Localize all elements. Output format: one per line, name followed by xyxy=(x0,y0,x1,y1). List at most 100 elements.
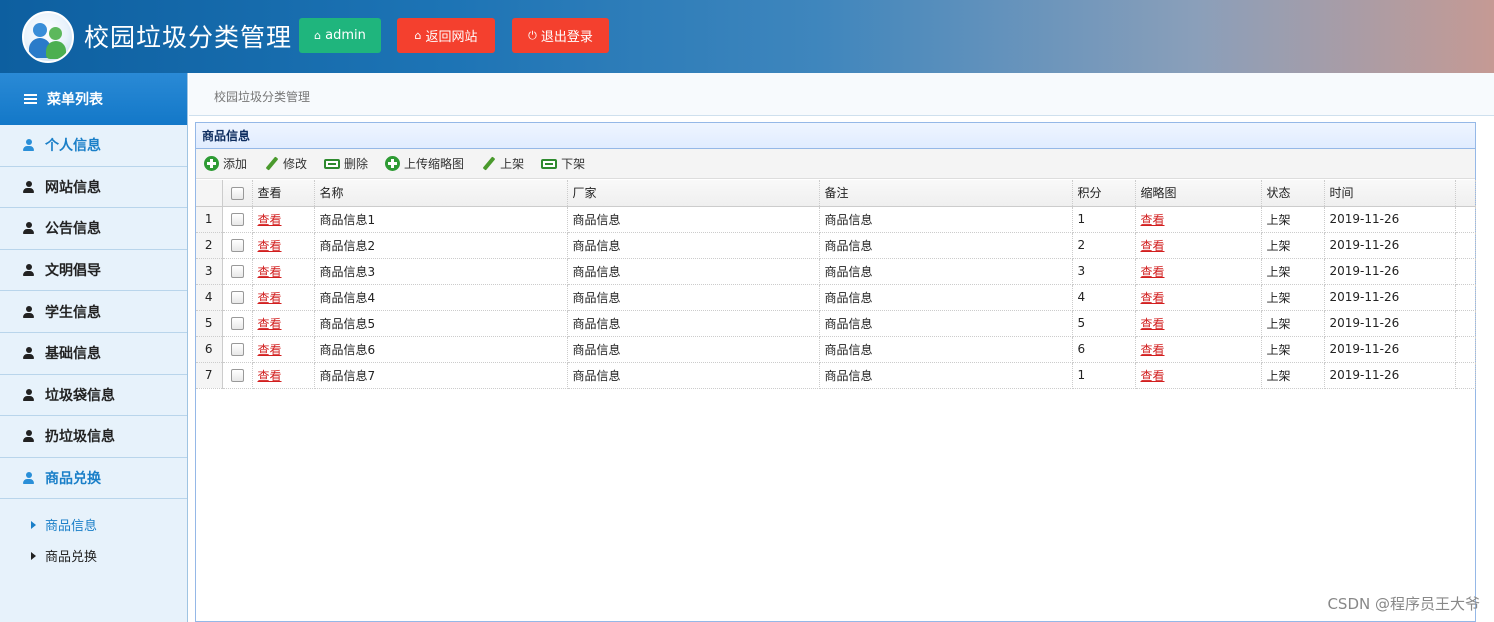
row-checkbox[interactable] xyxy=(230,213,244,226)
view-link[interactable]: 查看 xyxy=(258,239,282,253)
view-link[interactable]: 查看 xyxy=(258,291,282,305)
row-checkbox[interactable] xyxy=(230,343,244,356)
sidebar-item-label: 扔垃圾信息 xyxy=(45,429,115,446)
row-checkbox[interactable] xyxy=(230,265,244,278)
column-header-points[interactable]: 积分 xyxy=(1072,180,1136,207)
add-button[interactable]: 添加 xyxy=(204,155,247,172)
points-cell: 4 xyxy=(1072,284,1136,311)
sidebar-item-site-info[interactable]: 网站信息 xyxy=(0,167,187,209)
table-row[interactable]: 7 查看 商品信息7 商品信息 商品信息 1 查看 上架 2019-11-26 xyxy=(196,362,1476,389)
note-cell: 商品信息 xyxy=(819,258,1073,285)
points-cell: 5 xyxy=(1072,310,1136,337)
view-cell: 查看 xyxy=(252,258,315,285)
row-checkbox[interactable] xyxy=(230,291,244,304)
submenu-item-product-exchange[interactable]: 商品兑换 xyxy=(0,540,187,571)
view-link[interactable]: 查看 xyxy=(258,369,282,383)
name-cell: 商品信息4 xyxy=(314,284,568,311)
time-cell: 2019-11-26 xyxy=(1324,284,1456,311)
site-title: 校园垃圾分类管理 xyxy=(84,23,293,52)
user-icon xyxy=(23,388,34,401)
delete-button[interactable]: 删除 xyxy=(324,155,368,172)
view-link[interactable]: 查看 xyxy=(258,265,282,279)
user-icon xyxy=(23,472,34,485)
thumbnail-cell: 查看 xyxy=(1135,336,1262,363)
admin-button[interactable]: ⌂ admin xyxy=(299,18,381,53)
sidebar-item-label: 基础信息 xyxy=(45,346,101,363)
sidebar-item-label: 网站信息 xyxy=(45,179,101,196)
column-header-note[interactable]: 备注 xyxy=(819,180,1073,207)
thumbnail-view-link[interactable]: 查看 xyxy=(1141,291,1165,305)
note-cell: 商品信息 xyxy=(819,336,1073,363)
maker-cell: 商品信息 xyxy=(567,206,820,233)
sidebar-item-garbage-bags[interactable]: 垃圾袋信息 xyxy=(0,375,187,417)
table-row[interactable]: 1 查看 商品信息1 商品信息 商品信息 1 查看 上架 2019-11-26 xyxy=(196,206,1476,233)
column-header-maker[interactable]: 厂家 xyxy=(567,180,820,207)
sidebar-item-label: 个人信息 xyxy=(45,138,101,155)
thumbnail-view-link[interactable]: 查看 xyxy=(1141,265,1165,279)
name-cell: 商品信息7 xyxy=(314,362,568,389)
edit-label: 修改 xyxy=(283,157,308,171)
view-link[interactable]: 查看 xyxy=(258,213,282,227)
points-cell: 3 xyxy=(1072,258,1136,285)
user-icon xyxy=(23,347,34,360)
thumbnail-view-link[interactable]: 查看 xyxy=(1141,213,1165,227)
row-checkbox[interactable] xyxy=(230,317,244,330)
thumbnail-view-link[interactable]: 查看 xyxy=(1141,343,1165,357)
breadcrumb: 校园垃圾分类管理 xyxy=(214,90,311,104)
sidebar-item-label: 垃圾袋信息 xyxy=(45,387,115,404)
row-checkbox[interactable] xyxy=(230,239,244,252)
on-shelf-label: 上架 xyxy=(500,157,525,171)
back-to-site-button[interactable]: ⌂ 返回网站 xyxy=(397,18,495,53)
status-cell: 上架 xyxy=(1261,258,1325,285)
on-shelf-button[interactable]: 上架 xyxy=(481,155,524,172)
spacer-cell xyxy=(1455,336,1476,363)
table-row[interactable]: 4 查看 商品信息4 商品信息 商品信息 4 查看 上架 2019-11-26 xyxy=(196,284,1476,311)
sidebar-item-civility[interactable]: 文明倡导 xyxy=(0,250,187,292)
table-row[interactable]: 5 查看 商品信息5 商品信息 商品信息 5 查看 上架 2019-11-26 xyxy=(196,310,1476,337)
sidebar-item-notices[interactable]: 公告信息 xyxy=(0,208,187,250)
table-row[interactable]: 6 查看 商品信息6 商品信息 商品信息 6 查看 上架 2019-11-26 xyxy=(196,336,1476,363)
sidebar-item-garbage-disposal[interactable]: 扔垃圾信息 xyxy=(0,416,187,458)
thumbnail-view-link[interactable]: 查看 xyxy=(1141,239,1165,253)
column-header-status[interactable]: 状态 xyxy=(1261,180,1325,207)
table-row[interactable]: 2 查看 商品信息2 商品信息 商品信息 2 查看 上架 2019-11-26 xyxy=(196,232,1476,259)
thumbnail-view-link[interactable]: 查看 xyxy=(1141,369,1165,383)
sidebar-item-label: 公告信息 xyxy=(45,221,101,238)
maker-cell: 商品信息 xyxy=(567,232,820,259)
edit-button[interactable]: 修改 xyxy=(264,155,307,172)
sidebar-item-personal-info[interactable]: 个人信息 xyxy=(0,125,187,167)
name-cell: 商品信息1 xyxy=(314,206,568,233)
time-cell: 2019-11-26 xyxy=(1324,310,1456,337)
column-header-thumbnail[interactable]: 缩略图 xyxy=(1135,180,1262,207)
column-header-name[interactable]: 名称 xyxy=(314,180,568,207)
time-cell: 2019-11-26 xyxy=(1324,232,1456,259)
name-cell: 商品信息6 xyxy=(314,336,568,363)
sidebar-item-basic-info[interactable]: 基础信息 xyxy=(0,333,187,375)
select-all-checkbox[interactable] xyxy=(230,186,244,200)
off-shelf-button[interactable]: 下架 xyxy=(541,155,585,172)
view-link[interactable]: 查看 xyxy=(258,343,282,357)
sidebar-item-students[interactable]: 学生信息 xyxy=(0,291,187,333)
submenu-item-label: 商品兑换 xyxy=(45,550,98,566)
view-link[interactable]: 查看 xyxy=(258,317,282,331)
status-cell: 上架 xyxy=(1261,336,1325,363)
power-icon: ⏻ xyxy=(528,28,537,42)
admin-button-label: admin xyxy=(325,28,366,43)
row-number: 6 xyxy=(196,336,223,363)
thumbnail-view-link[interactable]: 查看 xyxy=(1141,317,1165,331)
product-grid: 查看 名称 厂家 备注 积分 缩略图 状态 时间 1 查看 商品信息1 商品信息 商品信… xyxy=(196,180,1477,389)
user-icon xyxy=(23,305,34,318)
thumbnail-cell: 查看 xyxy=(1135,258,1262,285)
row-checkbox[interactable] xyxy=(230,369,244,382)
logout-button[interactable]: ⏻ 退出登录 xyxy=(512,18,609,53)
sidebar-item-product-exchange[interactable]: 商品兑换 xyxy=(0,458,187,500)
column-header-time[interactable]: 时间 xyxy=(1324,180,1456,207)
user-icon xyxy=(23,180,34,193)
submenu-item-product-info[interactable]: 商品信息 xyxy=(0,509,187,540)
row-number: 2 xyxy=(196,232,223,259)
spacer-cell xyxy=(1455,362,1476,389)
upload-thumbnail-button[interactable]: 上传缩略图 xyxy=(385,155,464,172)
table-row[interactable]: 3 查看 商品信息3 商品信息 商品信息 3 查看 上架 2019-11-26 xyxy=(196,258,1476,285)
column-header-view[interactable]: 查看 xyxy=(252,180,315,207)
watermark: CSDN @程序员王大爷 xyxy=(1327,595,1480,613)
